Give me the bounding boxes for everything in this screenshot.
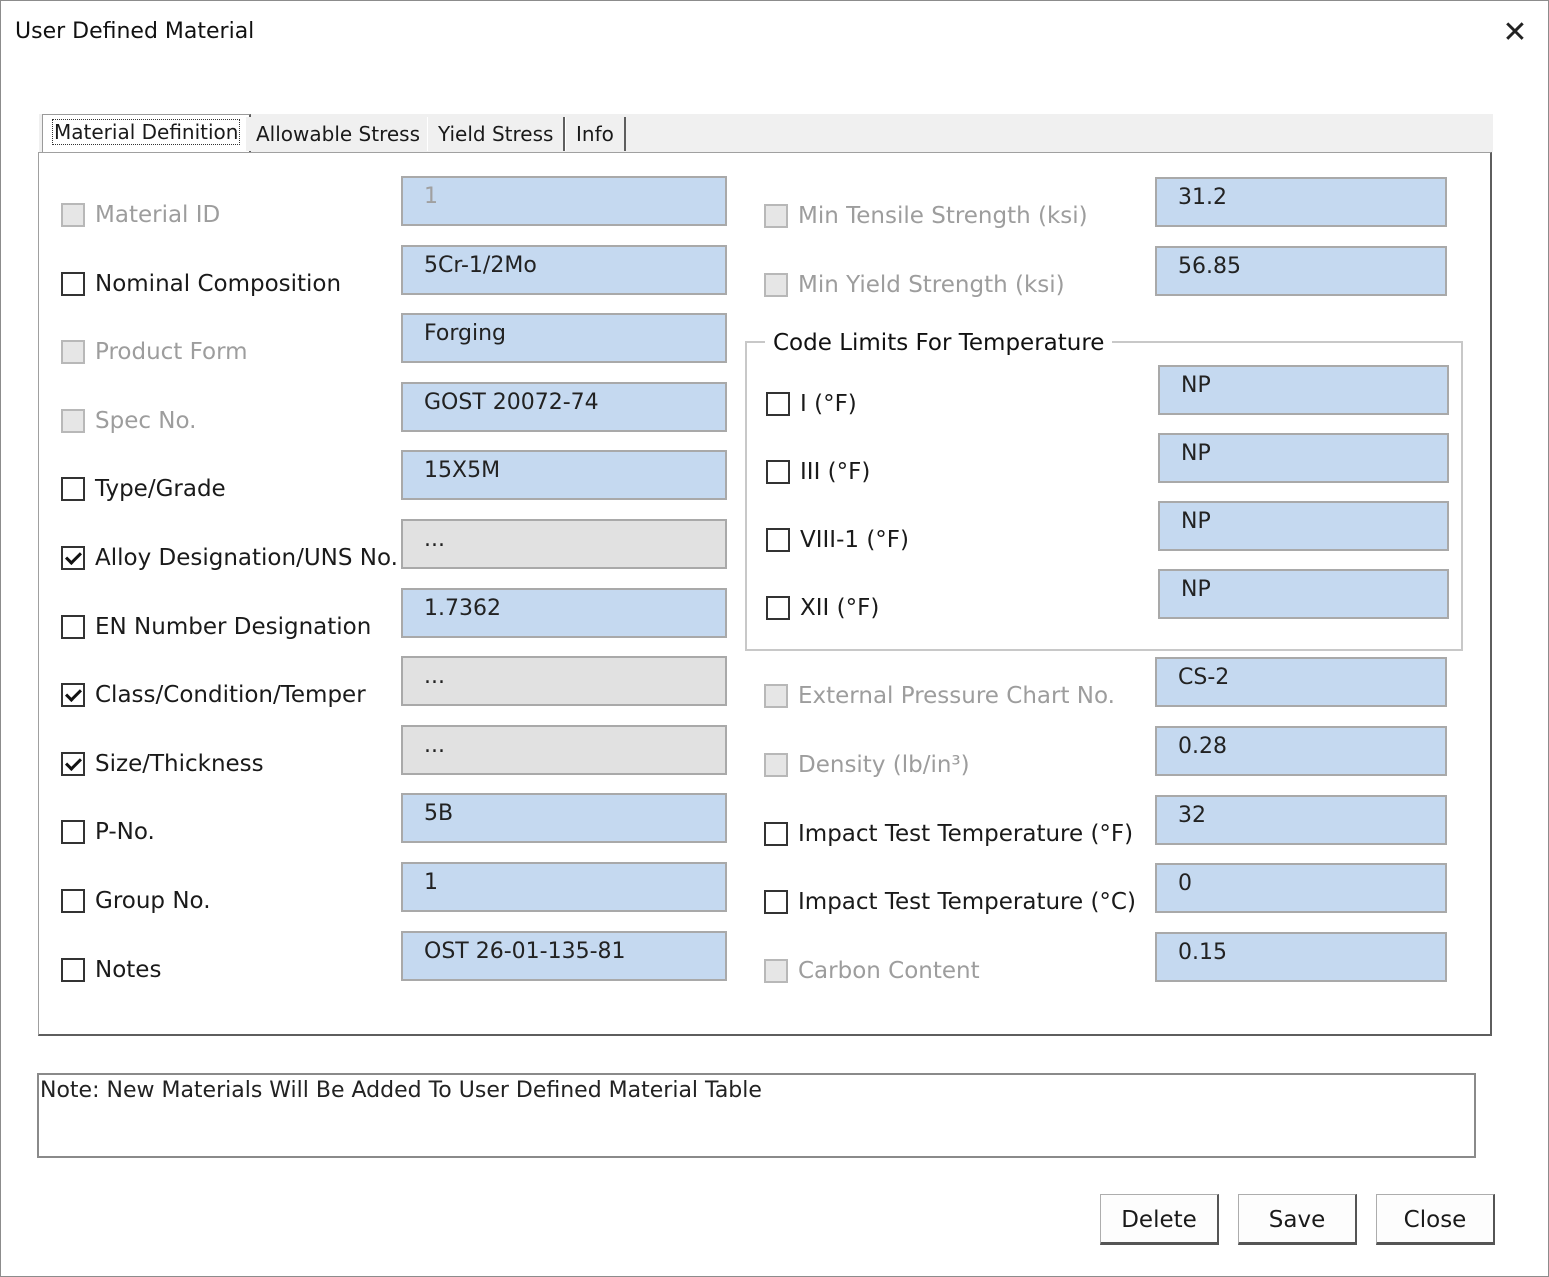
xii-f-field[interactable]: NP [1158, 569, 1449, 619]
carbon-content-label: Carbon Content [798, 958, 980, 984]
i-f-checkbox[interactable] [766, 392, 790, 416]
nominal-composition-checkbox[interactable] [61, 272, 85, 296]
xii-f-label: XII (°F) [800, 595, 880, 621]
alloy-designation-uns-no-field[interactable]: ... [401, 519, 727, 569]
p-no-field[interactable]: 5B [401, 793, 727, 843]
density-lb-in-checkbox[interactable] [764, 753, 788, 777]
size-thickness-field[interactable]: ... [401, 725, 727, 775]
min-yield-strength-ksi-field[interactable]: 56.85 [1155, 246, 1447, 296]
group-no-label: Group No. [95, 888, 211, 914]
iii-f-label: III (°F) [800, 459, 871, 485]
min-tensile-strength-ksi-label: Min Tensile Strength (ksi) [798, 203, 1088, 229]
min-tensile-strength-ksi-checkbox[interactable] [764, 204, 788, 228]
class-condition-temper-field[interactable]: ... [401, 656, 727, 706]
material-id-checkbox[interactable] [61, 203, 85, 227]
external-pressure-chart-no-label: External Pressure Chart No. [798, 683, 1115, 709]
product-form-checkbox[interactable] [61, 340, 85, 364]
size-thickness-checkbox[interactable] [61, 752, 85, 776]
viii-1-f-field[interactable]: NP [1158, 501, 1449, 551]
external-pressure-chart-no-field[interactable]: CS-2 [1155, 657, 1447, 707]
viii-1-f-checkbox[interactable] [766, 528, 790, 552]
tab-allowable-stress[interactable]: Allowable Stress [245, 117, 433, 151]
spec-no-field[interactable]: GOST 20072-74 [401, 382, 727, 432]
alloy-designation-uns-no-checkbox[interactable] [61, 546, 85, 570]
impact-test-temperature-c-field[interactable]: 0 [1155, 863, 1447, 913]
tab-material-definition[interactable]: Material Definition [42, 114, 252, 154]
code-limits-title: Code Limits For Temperature [765, 329, 1113, 357]
group-no-field[interactable]: 1 [401, 862, 727, 912]
delete-button[interactable]: Delete [1100, 1194, 1219, 1245]
material-id-label: Material ID [95, 202, 221, 228]
xii-f-checkbox[interactable] [766, 596, 790, 620]
close-icon[interactable]: ✕ [1495, 13, 1535, 53]
nominal-composition-label: Nominal Composition [95, 271, 342, 297]
external-pressure-chart-no-checkbox[interactable] [764, 684, 788, 708]
close-button[interactable]: Close [1376, 1194, 1495, 1245]
class-condition-temper-label: Class/Condition/Temper [95, 682, 366, 708]
impact-test-temperature-f-label: Impact Test Temperature (°F) [798, 821, 1134, 847]
carbon-content-checkbox[interactable] [764, 959, 788, 983]
i-f-field[interactable]: NP [1158, 365, 1449, 415]
en-number-designation-checkbox[interactable] [61, 615, 85, 639]
material-id-field[interactable]: 1 [401, 176, 727, 226]
dialog-window: User Defined Material ✕ Material Definit… [0, 0, 1549, 1277]
spec-no-label: Spec No. [95, 408, 197, 434]
notes-label: Notes [95, 957, 162, 983]
min-yield-strength-ksi-label: Min Yield Strength (ksi) [798, 272, 1065, 298]
product-form-label: Product Form [95, 339, 248, 365]
viii-1-f-label: VIII-1 (°F) [800, 527, 910, 553]
impact-test-temperature-f-field[interactable]: 32 [1155, 795, 1447, 845]
group-no-checkbox[interactable] [61, 889, 85, 913]
p-no-label: P-No. [95, 819, 155, 845]
impact-test-temperature-f-checkbox[interactable] [764, 822, 788, 846]
nominal-composition-field[interactable]: 5Cr-1/2Mo [401, 245, 727, 295]
en-number-designation-field[interactable]: 1.7362 [401, 588, 727, 638]
p-no-checkbox[interactable] [61, 820, 85, 844]
type-grade-field[interactable]: 15X5M [401, 450, 727, 500]
i-f-label: I (°F) [800, 391, 857, 417]
size-thickness-label: Size/Thickness [95, 751, 264, 777]
notes-checkbox[interactable] [61, 958, 85, 982]
type-grade-label: Type/Grade [95, 476, 226, 502]
dialog-title: User Defined Material [15, 19, 255, 44]
spec-no-checkbox[interactable] [61, 409, 85, 433]
tab-yield-stress[interactable]: Yield Stress [427, 117, 566, 151]
min-tensile-strength-ksi-field[interactable]: 31.2 [1155, 177, 1447, 227]
min-yield-strength-ksi-checkbox[interactable] [764, 273, 788, 297]
note-box: Note: New Materials Will Be Added To Use… [37, 1073, 1476, 1158]
product-form-field[interactable]: Forging [401, 313, 727, 363]
impact-test-temperature-c-checkbox[interactable] [764, 890, 788, 914]
notes-field[interactable]: OST 26-01-135-81 [401, 931, 727, 981]
class-condition-temper-checkbox[interactable] [61, 683, 85, 707]
carbon-content-field[interactable]: 0.15 [1155, 932, 1447, 982]
density-lb-in-field[interactable]: 0.28 [1155, 726, 1447, 776]
alloy-designation-uns-no-label: Alloy Designation/UNS No. [95, 545, 398, 571]
density-lb-in-label: Density (lb/in³) [798, 752, 970, 778]
type-grade-checkbox[interactable] [61, 477, 85, 501]
iii-f-field[interactable]: NP [1158, 433, 1449, 483]
en-number-designation-label: EN Number Designation [95, 614, 372, 640]
tab-label: Material Definition [51, 119, 241, 145]
save-button[interactable]: Save [1238, 1194, 1357, 1245]
impact-test-temperature-c-label: Impact Test Temperature (°C) [798, 889, 1136, 915]
iii-f-checkbox[interactable] [766, 460, 790, 484]
tab-info[interactable]: Info [565, 117, 626, 151]
